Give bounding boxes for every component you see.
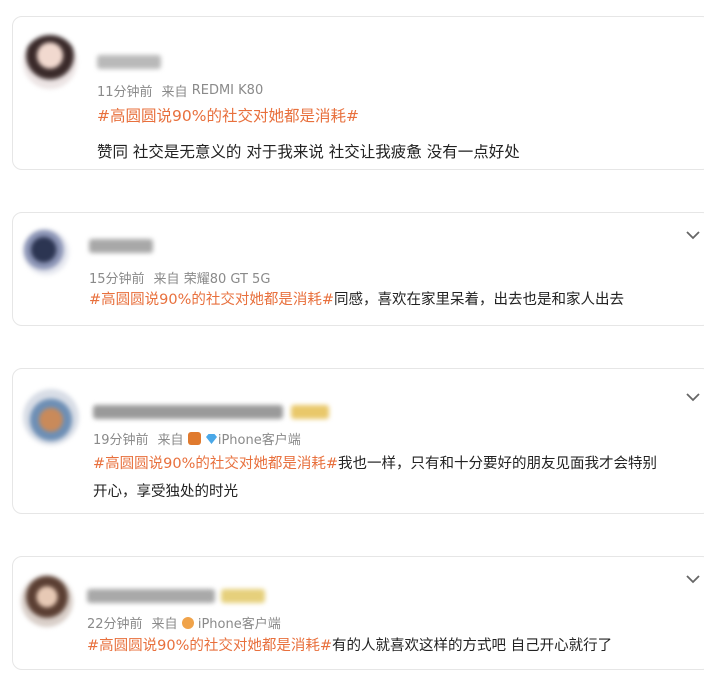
post-source: REDMI K80	[191, 83, 264, 98]
source-prefix: 来自	[151, 617, 178, 632]
avatar[interactable]	[23, 389, 79, 445]
post-card: 15分钟前 来自 荣耀80 GT 5G #高圆圆说90%的社交对她都是消耗#同感…	[12, 212, 704, 326]
avatar[interactable]	[23, 229, 69, 275]
fox-badge-icon	[181, 616, 194, 629]
post-time[interactable]: 22分钟前	[87, 613, 143, 632]
username[interactable]	[97, 55, 161, 69]
user-badge	[221, 589, 265, 603]
post-source: iPhone客户端	[217, 433, 301, 448]
source-prefix: 来自	[157, 433, 184, 448]
hashtag-link[interactable]: #高圆圆说90%的社交对她都是消耗#	[89, 292, 334, 308]
post-body: 我也一样，只有和十分要好的朋友见面我才会特别	[338, 456, 658, 472]
post-card: 22分钟前 来自 iPhone客户端 #高圆圆说90%的社交对她都是消耗#有的人…	[12, 556, 704, 670]
username[interactable]	[93, 405, 283, 419]
post-text: 赞同 社交是无意义的 对于我来说 社交让我疲惫 没有一点好处	[97, 137, 520, 167]
fox-badge-icon	[187, 432, 201, 445]
avatar[interactable]	[21, 575, 73, 627]
post-content: #高圆圆说90%的社交对她都是消耗#同感，喜欢在家里呆着，出去也是和家人出去	[89, 285, 624, 315]
post-content: #高圆圆说90%的社交对她都是消耗#	[97, 101, 359, 131]
post-source: iPhone客户端	[197, 617, 281, 632]
post-content: #高圆圆说90%的社交对她都是消耗#有的人就喜欢这样的方式吧 自己开心就行了	[87, 631, 612, 661]
post-body-cont: 开心，享受独处的时光	[93, 484, 238, 500]
post-meta: 11分钟前 来自 REDMI K80	[97, 81, 263, 100]
username[interactable]	[89, 239, 153, 253]
hashtag-link[interactable]: #高圆圆说90%的社交对她都是消耗#	[87, 638, 332, 654]
chevron-down-icon[interactable]	[685, 227, 701, 243]
avatar[interactable]	[23, 35, 77, 89]
hashtag-link[interactable]: #高圆圆说90%的社交对她都是消耗#	[97, 107, 359, 125]
hashtag-link[interactable]: #高圆圆说90%的社交对她都是消耗#	[93, 456, 338, 472]
source-prefix: 来自	[161, 85, 188, 100]
username[interactable]	[87, 589, 215, 603]
post-text: 开心，享受独处的时光	[93, 477, 238, 507]
post-meta: 19分钟前 来自 iPhone客户端	[93, 429, 301, 448]
post-time[interactable]: 19分钟前	[93, 429, 149, 448]
chevron-down-icon[interactable]	[685, 571, 701, 587]
post-card: 11分钟前 来自 REDMI K80 #高圆圆说90%的社交对她都是消耗# 赞同…	[12, 16, 704, 170]
user-badge	[291, 405, 329, 419]
chevron-down-icon[interactable]	[685, 389, 701, 405]
post-body: 有的人就喜欢这样的方式吧 自己开心就行了	[332, 638, 613, 654]
post-body: 同感，喜欢在家里呆着，出去也是和家人出去	[334, 292, 625, 308]
post-time[interactable]: 11分钟前	[97, 81, 153, 100]
post-content: #高圆圆说90%的社交对她都是消耗#我也一样，只有和十分要好的朋友见面我才会特别	[93, 449, 657, 479]
post-card: 19分钟前 来自 iPhone客户端 #高圆圆说90%的社交对她都是消耗#我也一…	[12, 368, 704, 514]
diamond-badge-icon	[205, 433, 217, 444]
post-body: 赞同 社交是无意义的 对于我来说 社交让我疲惫 没有一点好处	[97, 143, 520, 161]
post-meta: 22分钟前 来自 iPhone客户端	[87, 613, 281, 632]
